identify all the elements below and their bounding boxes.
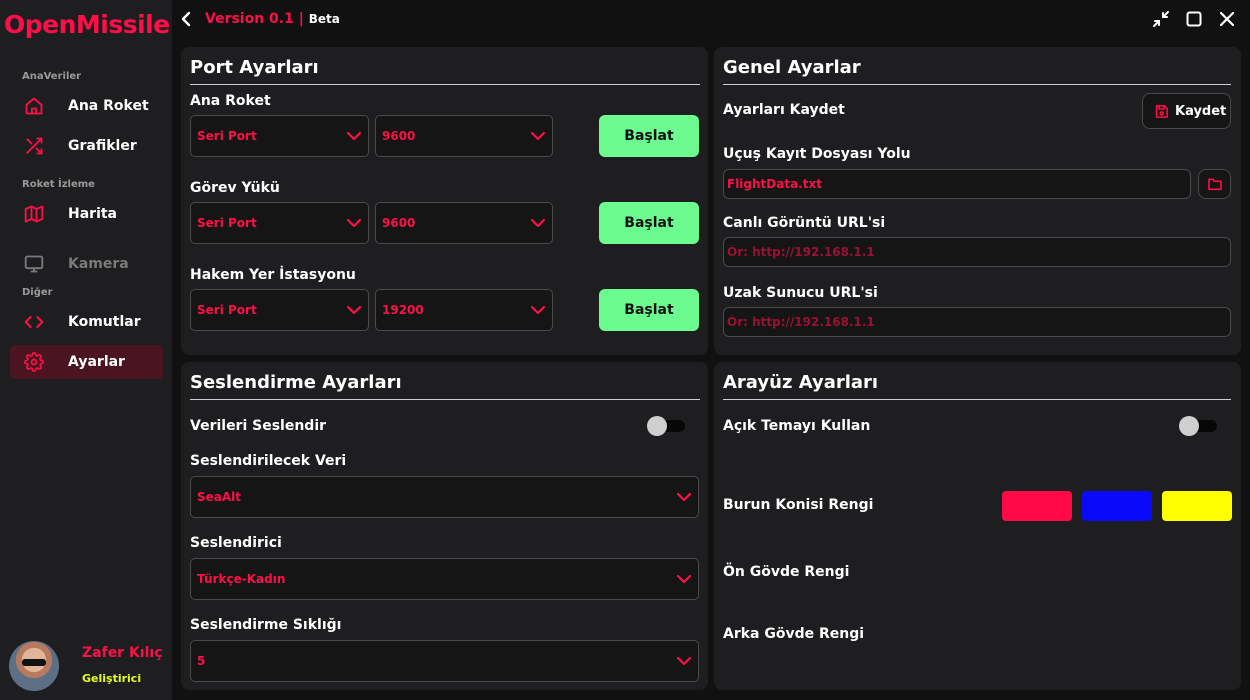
front-color-swatch[interactable] bbox=[1082, 491, 1152, 521]
voice-select[interactable]: Türkçe-Kadın bbox=[190, 558, 699, 600]
code-icon bbox=[24, 312, 44, 332]
save-icon bbox=[1155, 105, 1168, 118]
light-theme-label: Açık Temayı Kullan bbox=[723, 418, 871, 434]
rear-body-color-label: Arka Gövde Rengi bbox=[723, 626, 865, 642]
shuffle-icon bbox=[24, 136, 44, 156]
user-role: Geliştirici bbox=[82, 672, 142, 685]
gear-icon bbox=[24, 352, 44, 372]
sidebar-item-harita[interactable]: Harita bbox=[10, 197, 163, 231]
sidebar-item-label: Grafikler bbox=[68, 138, 137, 154]
remote-url-input[interactable] bbox=[723, 307, 1231, 337]
live-url-label: Canlı Görüntü URL'si bbox=[723, 215, 886, 231]
back-arrow-icon[interactable] bbox=[180, 11, 194, 27]
rear-color-swatch[interactable] bbox=[1162, 491, 1232, 521]
save-settings-label: Ayarları Kaydet bbox=[723, 102, 845, 118]
panel-title: Seslendirme Ayarları bbox=[190, 372, 402, 393]
browse-folder-button[interactable] bbox=[1198, 169, 1231, 199]
speak-data-toggle[interactable] bbox=[647, 416, 687, 436]
sidebar-item-komutlar[interactable]: Komutlar bbox=[10, 305, 163, 339]
speak-field-select[interactable]: SeaAlt bbox=[190, 476, 699, 518]
sidebar-item-label: Ayarlar bbox=[68, 354, 125, 370]
chevron-down-icon bbox=[530, 305, 546, 315]
nose-color-label: Burun Konisi Rengi bbox=[723, 497, 874, 513]
divider bbox=[190, 399, 700, 400]
sidebar-item-label: Kamera bbox=[68, 256, 129, 272]
panel-title: Arayüz Ayarları bbox=[723, 372, 879, 393]
sidebar-section-main: AnaVeriler bbox=[22, 71, 82, 82]
user-profile[interactable]: Zafer Kılıç Geliştirici bbox=[9, 641, 169, 691]
interface-settings-panel: Arayüz Ayarları Açık Temayı Kullan Burun… bbox=[714, 362, 1241, 690]
folder-icon bbox=[1208, 178, 1222, 191]
front-body-color-label: Ön Gövde Rengi bbox=[723, 564, 850, 580]
chevron-down-icon bbox=[676, 492, 692, 502]
monitor-icon bbox=[24, 254, 44, 274]
maximize-icon[interactable] bbox=[1185, 10, 1203, 28]
chevron-down-icon bbox=[676, 656, 692, 666]
panel-title: Port Ayarları bbox=[190, 57, 319, 78]
avatar bbox=[9, 641, 59, 691]
user-name: Zafer Kılıç bbox=[82, 645, 163, 661]
remote-url-label: Uzak Sunucu URL'si bbox=[723, 285, 878, 301]
divider bbox=[190, 84, 700, 85]
speak-data-label: Verileri Seslendir bbox=[190, 418, 327, 434]
chevron-down-icon bbox=[346, 305, 362, 315]
sidebar-item-ayarlar[interactable]: Ayarlar bbox=[10, 345, 163, 379]
divider bbox=[723, 84, 1231, 85]
speech-settings-panel: Seslendirme Ayarları Verileri Seslendir … bbox=[181, 362, 708, 690]
frequency-select[interactable]: 5 bbox=[190, 640, 699, 682]
app-window: OpenMissile AnaVeriler Ana Roket Grafikl… bbox=[0, 0, 1250, 700]
save-button-label: Kaydet bbox=[1175, 104, 1227, 119]
frequency-label: Seslendirme Sıklığı bbox=[190, 617, 342, 633]
start-button[interactable]: Başlat bbox=[599, 202, 699, 244]
log-path-input[interactable] bbox=[723, 169, 1191, 199]
port-group-label: Ana Roket bbox=[190, 93, 271, 109]
start-button[interactable]: Başlat bbox=[599, 289, 699, 331]
sidebar-item-label: Komutlar bbox=[68, 314, 141, 330]
port-select[interactable]: Seri Port bbox=[190, 289, 369, 331]
port-settings-panel: Port Ayarları Ana Roket Seri Port 9600 B… bbox=[181, 47, 708, 355]
version-label: Version 0.1 | Beta bbox=[205, 11, 340, 27]
home-icon bbox=[24, 96, 44, 116]
light-theme-toggle[interactable] bbox=[1179, 416, 1219, 436]
sidebar-item-ana-roket[interactable]: Ana Roket bbox=[10, 89, 163, 123]
restore-icon[interactable] bbox=[1152, 10, 1170, 28]
chevron-down-icon bbox=[676, 574, 692, 584]
sidebar-item-kamera[interactable]: Kamera bbox=[10, 247, 163, 281]
divider bbox=[723, 399, 1231, 400]
general-settings-panel: Genel Ayarlar Ayarları Kaydet Kaydet Uçu… bbox=[714, 47, 1241, 355]
baud-select[interactable]: 19200 bbox=[375, 289, 553, 331]
app-logo: OpenMissile bbox=[4, 10, 170, 39]
sidebar: OpenMissile AnaVeriler Ana Roket Grafikl… bbox=[0, 0, 172, 700]
sidebar-item-label: Ana Roket bbox=[68, 98, 149, 114]
start-button[interactable]: Başlat bbox=[599, 115, 699, 157]
baud-select[interactable]: 9600 bbox=[375, 202, 553, 244]
map-icon bbox=[24, 204, 44, 224]
chevron-down-icon bbox=[346, 218, 362, 228]
log-path-label: Uçuş Kayıt Dosyası Yolu bbox=[723, 146, 911, 162]
sidebar-item-label: Harita bbox=[68, 206, 118, 222]
speak-field-label: Seslendirilecek Veri bbox=[190, 453, 347, 469]
panel-title: Genel Ayarlar bbox=[723, 57, 861, 78]
save-button[interactable]: Kaydet bbox=[1142, 93, 1231, 129]
version-separator: | bbox=[293, 11, 309, 27]
chevron-down-icon bbox=[530, 218, 546, 228]
sidebar-item-grafikler[interactable]: Grafikler bbox=[10, 129, 163, 163]
port-select[interactable]: Seri Port bbox=[190, 202, 369, 244]
nose-color-swatch[interactable] bbox=[1002, 491, 1072, 521]
chevron-down-icon bbox=[346, 131, 362, 141]
sidebar-section-tracking: Roket İzleme bbox=[22, 179, 95, 190]
sidebar-section-other: Diğer bbox=[22, 287, 53, 298]
port-select[interactable]: Seri Port bbox=[190, 115, 369, 157]
live-url-input[interactable] bbox=[723, 237, 1231, 267]
chevron-down-icon bbox=[530, 131, 546, 141]
baud-select[interactable]: 9600 bbox=[375, 115, 553, 157]
port-group-label: Görev Yükü bbox=[190, 180, 280, 196]
version-channel: Beta bbox=[308, 12, 340, 26]
close-icon[interactable] bbox=[1218, 10, 1236, 28]
port-group-label: Hakem Yer İstasyonu bbox=[190, 267, 356, 283]
version-number: Version 0.1 bbox=[205, 11, 294, 27]
voice-label: Seslendirici bbox=[190, 535, 282, 551]
